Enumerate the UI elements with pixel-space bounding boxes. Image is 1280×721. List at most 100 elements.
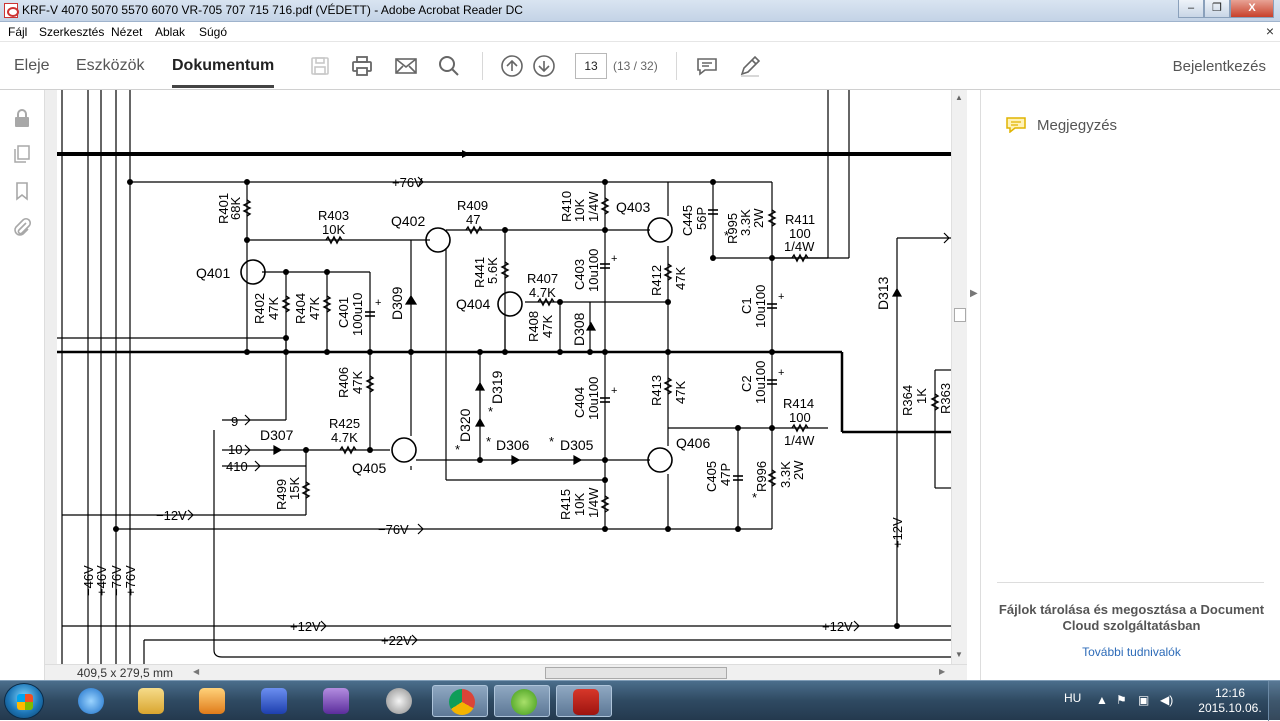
label: * [724, 228, 729, 243]
label: 56P [694, 207, 709, 230]
page-thumbnails-icon[interactable] [12, 144, 32, 164]
taskbar: HU ▲ ⚑ ▣ ◀) 12:16 2015.10.06. [0, 680, 1280, 721]
taskbar-explorer[interactable] [122, 685, 178, 717]
panel-divider [997, 582, 1264, 583]
page-number-input[interactable]: 13 [575, 53, 607, 79]
vertical-scroll-thumb[interactable] [954, 308, 966, 322]
label: 10u100 [753, 285, 768, 328]
label: 2W [791, 460, 806, 480]
scroll-up-arrow-icon[interactable]: ▲ [955, 93, 963, 102]
label: * [752, 490, 757, 505]
taskbar-acrobat[interactable] [556, 685, 612, 717]
label: 1/4W [586, 191, 601, 222]
menu-edit[interactable]: Szerkesztés [39, 25, 104, 39]
show-desktop-button[interactable] [1268, 681, 1280, 721]
mail-icon[interactable] [394, 54, 418, 78]
show-hidden-icons-icon[interactable]: ▲ [1096, 693, 1110, 707]
page-up-icon[interactable] [500, 54, 524, 78]
label: +12V [822, 619, 853, 634]
label: R413 [649, 375, 664, 406]
maximize-button[interactable]: ❐ [1204, 0, 1230, 18]
label: * [486, 434, 491, 449]
taskbar-media[interactable] [183, 685, 239, 717]
label: 100 [789, 410, 811, 425]
taskbar-chrome[interactable] [432, 685, 488, 717]
label: Q404 [456, 296, 490, 312]
pdf-file-icon [4, 3, 19, 18]
horizontal-scroll-thumb[interactable] [545, 667, 727, 679]
taskbar-utorrent[interactable] [494, 685, 550, 717]
menu-file[interactable]: Fájl [8, 25, 27, 39]
close-button[interactable]: X [1230, 0, 1274, 18]
acrobat-icon [573, 689, 599, 715]
label: R363 [938, 383, 951, 414]
menu-help[interactable]: Súgó [199, 25, 227, 39]
close-document-icon[interactable]: × [1266, 23, 1274, 39]
utorrent-icon [511, 689, 537, 715]
label: 1K [914, 388, 929, 404]
bookmarks-icon[interactable] [12, 181, 32, 201]
label: C403 [572, 259, 587, 290]
comment-label: Megjegyzés [1037, 117, 1118, 134]
page-down-icon[interactable] [532, 54, 556, 78]
menu-window[interactable]: Ablak [155, 25, 185, 39]
print-icon[interactable] [350, 54, 374, 78]
search-icon[interactable] [437, 54, 461, 78]
label: C2 [739, 375, 754, 392]
label: 10 [228, 442, 242, 457]
vertical-scrollbar[interactable]: ▲ ▼ [951, 90, 967, 664]
taskbar-app-blue[interactable] [245, 685, 301, 717]
label: C405 [704, 461, 719, 492]
language-indicator[interactable]: HU [1064, 691, 1081, 705]
visual-studio-icon [323, 688, 349, 714]
floppy-icon [261, 688, 287, 714]
pen-icon[interactable] [738, 54, 762, 78]
label: 10u100 [753, 361, 768, 404]
tab-document[interactable]: Dokumentum [172, 57, 275, 88]
label: 100u10 [350, 293, 365, 336]
start-button[interactable] [4, 683, 44, 719]
document-viewer[interactable]: +76V R401 68K R403 10K Q402 R409 47 R410… [45, 90, 967, 680]
label: R407 [527, 271, 558, 286]
tab-tools[interactable]: Eszközök [76, 57, 144, 75]
network-icon[interactable]: ▣ [1138, 693, 1152, 707]
scroll-left-arrow-icon[interactable]: ◀ [193, 667, 199, 676]
svg-text:+: + [778, 291, 784, 303]
taskbar-ie[interactable] [62, 685, 118, 717]
minimize-button[interactable]: ‒ [1178, 0, 1204, 18]
attachments-icon[interactable] [12, 217, 32, 237]
label: 10K [322, 222, 345, 237]
menu-view[interactable]: Nézet [111, 25, 142, 39]
label: 4.7K [331, 430, 358, 445]
page-dimensions: 409,5 x 279,5 mm [77, 666, 174, 680]
login-button[interactable]: Bejelentkezés [1173, 58, 1266, 75]
more-info-link[interactable]: További tudnivalók [997, 645, 1266, 659]
scroll-down-arrow-icon[interactable]: ▼ [955, 650, 963, 659]
label: Q401 [196, 265, 230, 281]
action-center-flag-icon[interactable]: ⚑ [1116, 693, 1130, 707]
label: Q406 [676, 435, 710, 451]
tab-home[interactable]: Eleje [14, 57, 50, 75]
label: R402 [252, 293, 267, 324]
save-icon[interactable] [308, 54, 332, 78]
volume-icon[interactable]: ◀) [1160, 693, 1174, 707]
expand-right-panel-arrow-icon[interactable]: ▶ [970, 288, 978, 299]
folder-icon [138, 688, 164, 714]
comment-icon[interactable] [695, 54, 719, 78]
taskbar-app-purple[interactable] [307, 685, 363, 717]
label: 4.7K [529, 285, 556, 300]
scroll-right-arrow-icon[interactable]: ▶ [939, 667, 945, 676]
horizontal-scrollbar[interactable]: 409,5 x 279,5 mm ◀ ▶ [45, 664, 967, 680]
menu-bar: Fájl Szerkesztés Nézet Ablak Súgó × [0, 22, 1280, 42]
label: 47K [540, 315, 555, 338]
comment-tool[interactable]: Megjegyzés [1005, 116, 1117, 134]
taskbar-app-gauge[interactable] [370, 685, 426, 717]
pdf-page: +76V R401 68K R403 10K Q402 R409 47 R410… [57, 90, 951, 664]
clock[interactable]: 12:16 2015.10.06. [1196, 686, 1264, 716]
label: 10u100 [586, 249, 601, 292]
label: D313 [875, 276, 891, 310]
label: D320 [457, 408, 473, 442]
label: 2W [751, 208, 766, 228]
label: R411 [785, 212, 815, 227]
windows-logo-icon [17, 694, 33, 710]
